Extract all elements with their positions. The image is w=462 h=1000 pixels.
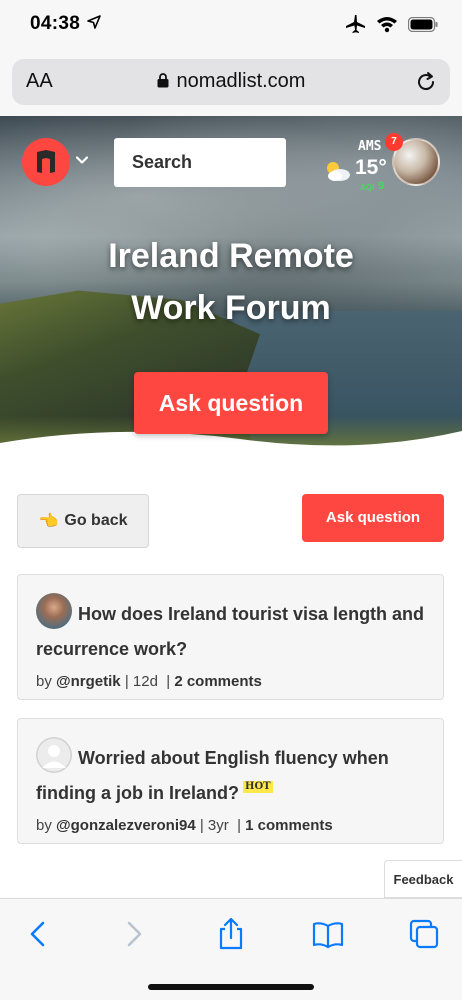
nomadlist-logo[interactable] (22, 138, 70, 186)
post-comments[interactable]: 2 comments (174, 673, 262, 690)
post-age: 3yr (207, 817, 229, 834)
status-time: 04:38 (30, 13, 81, 34)
post-author[interactable]: @nrgetik (56, 673, 121, 690)
post-title-text: How does Ireland tourist visa length and… (36, 604, 425, 659)
hero-ask-question-button[interactable]: Ask question (134, 372, 328, 434)
go-back-label: Go back (64, 512, 128, 529)
post-title[interactable]: Worried about English fluency when findi… (36, 737, 425, 811)
logo-mark-icon (37, 150, 55, 173)
post-meta: by @gonzalezveroni94 | 3yr | 1 comments (36, 817, 333, 834)
go-back-button[interactable]: 👈 Go back (17, 494, 149, 548)
wifi-icon (377, 17, 397, 33)
battery-icon (408, 16, 438, 32)
post-age: 12d (132, 673, 158, 690)
bookmarks-icon[interactable] (311, 917, 345, 951)
search-input[interactable] (114, 138, 286, 187)
post-title-text: Worried about English fluency when findi… (36, 748, 389, 803)
page-title-text: Ireland Remote Work Forum (108, 237, 354, 327)
tabs-icon[interactable] (407, 917, 441, 951)
page-title: Ireland Remote Work Forum (0, 230, 462, 334)
status-icons (344, 14, 438, 34)
post-author[interactable]: @gonzalezveroni94 (56, 817, 196, 834)
author-avatar (36, 593, 72, 629)
post-comments[interactable]: 1 comments (245, 817, 333, 834)
location-arrow-icon (87, 15, 101, 29)
forum-post[interactable]: How does Ireland tourist visa length and… (17, 574, 444, 700)
address-bar[interactable]: AA nomadlist.com (12, 59, 450, 105)
author-avatar-placeholder (36, 737, 72, 773)
aqi-value: 9 (378, 180, 385, 192)
search-box[interactable] (114, 138, 286, 187)
notification-badge[interactable]: 7 (385, 133, 403, 151)
share-icon[interactable] (214, 917, 248, 951)
chevron-down-icon[interactable] (76, 156, 88, 164)
url-display[interactable]: nomadlist.com (12, 70, 450, 93)
weather-temperature: 15° (355, 156, 387, 179)
post-meta: by @nrgetik | 12d | 2 comments (36, 673, 262, 690)
back-icon[interactable] (22, 917, 56, 951)
partly-cloudy-icon (327, 162, 350, 181)
post-title[interactable]: How does Ireland tourist visa length and… (36, 593, 425, 667)
forward-icon[interactable] (116, 917, 150, 951)
hot-badge: HOT (243, 781, 273, 793)
default-user-icon (36, 737, 72, 773)
status-bar: 04:38 (0, 0, 462, 50)
lock-icon (157, 73, 169, 88)
forum-post[interactable]: Worried about English fluency when findi… (17, 718, 444, 844)
hero-banner: AMS 15° AQI 9 7 Ireland Remote Work Foru… (0, 116, 462, 461)
pointing-hand-icon: 👈 (38, 513, 59, 530)
aqi-label: AQI (360, 183, 375, 192)
feedback-tab[interactable]: Feedback (384, 860, 462, 898)
url-text: nomadlist.com (176, 70, 306, 92)
browser-address-area: AA nomadlist.com (0, 50, 462, 116)
airplane-icon (346, 15, 365, 33)
home-indicator (148, 984, 314, 990)
reload-icon[interactable] (414, 70, 438, 94)
ask-question-button[interactable]: Ask question (302, 494, 444, 542)
weather-city: AMS (358, 139, 382, 154)
